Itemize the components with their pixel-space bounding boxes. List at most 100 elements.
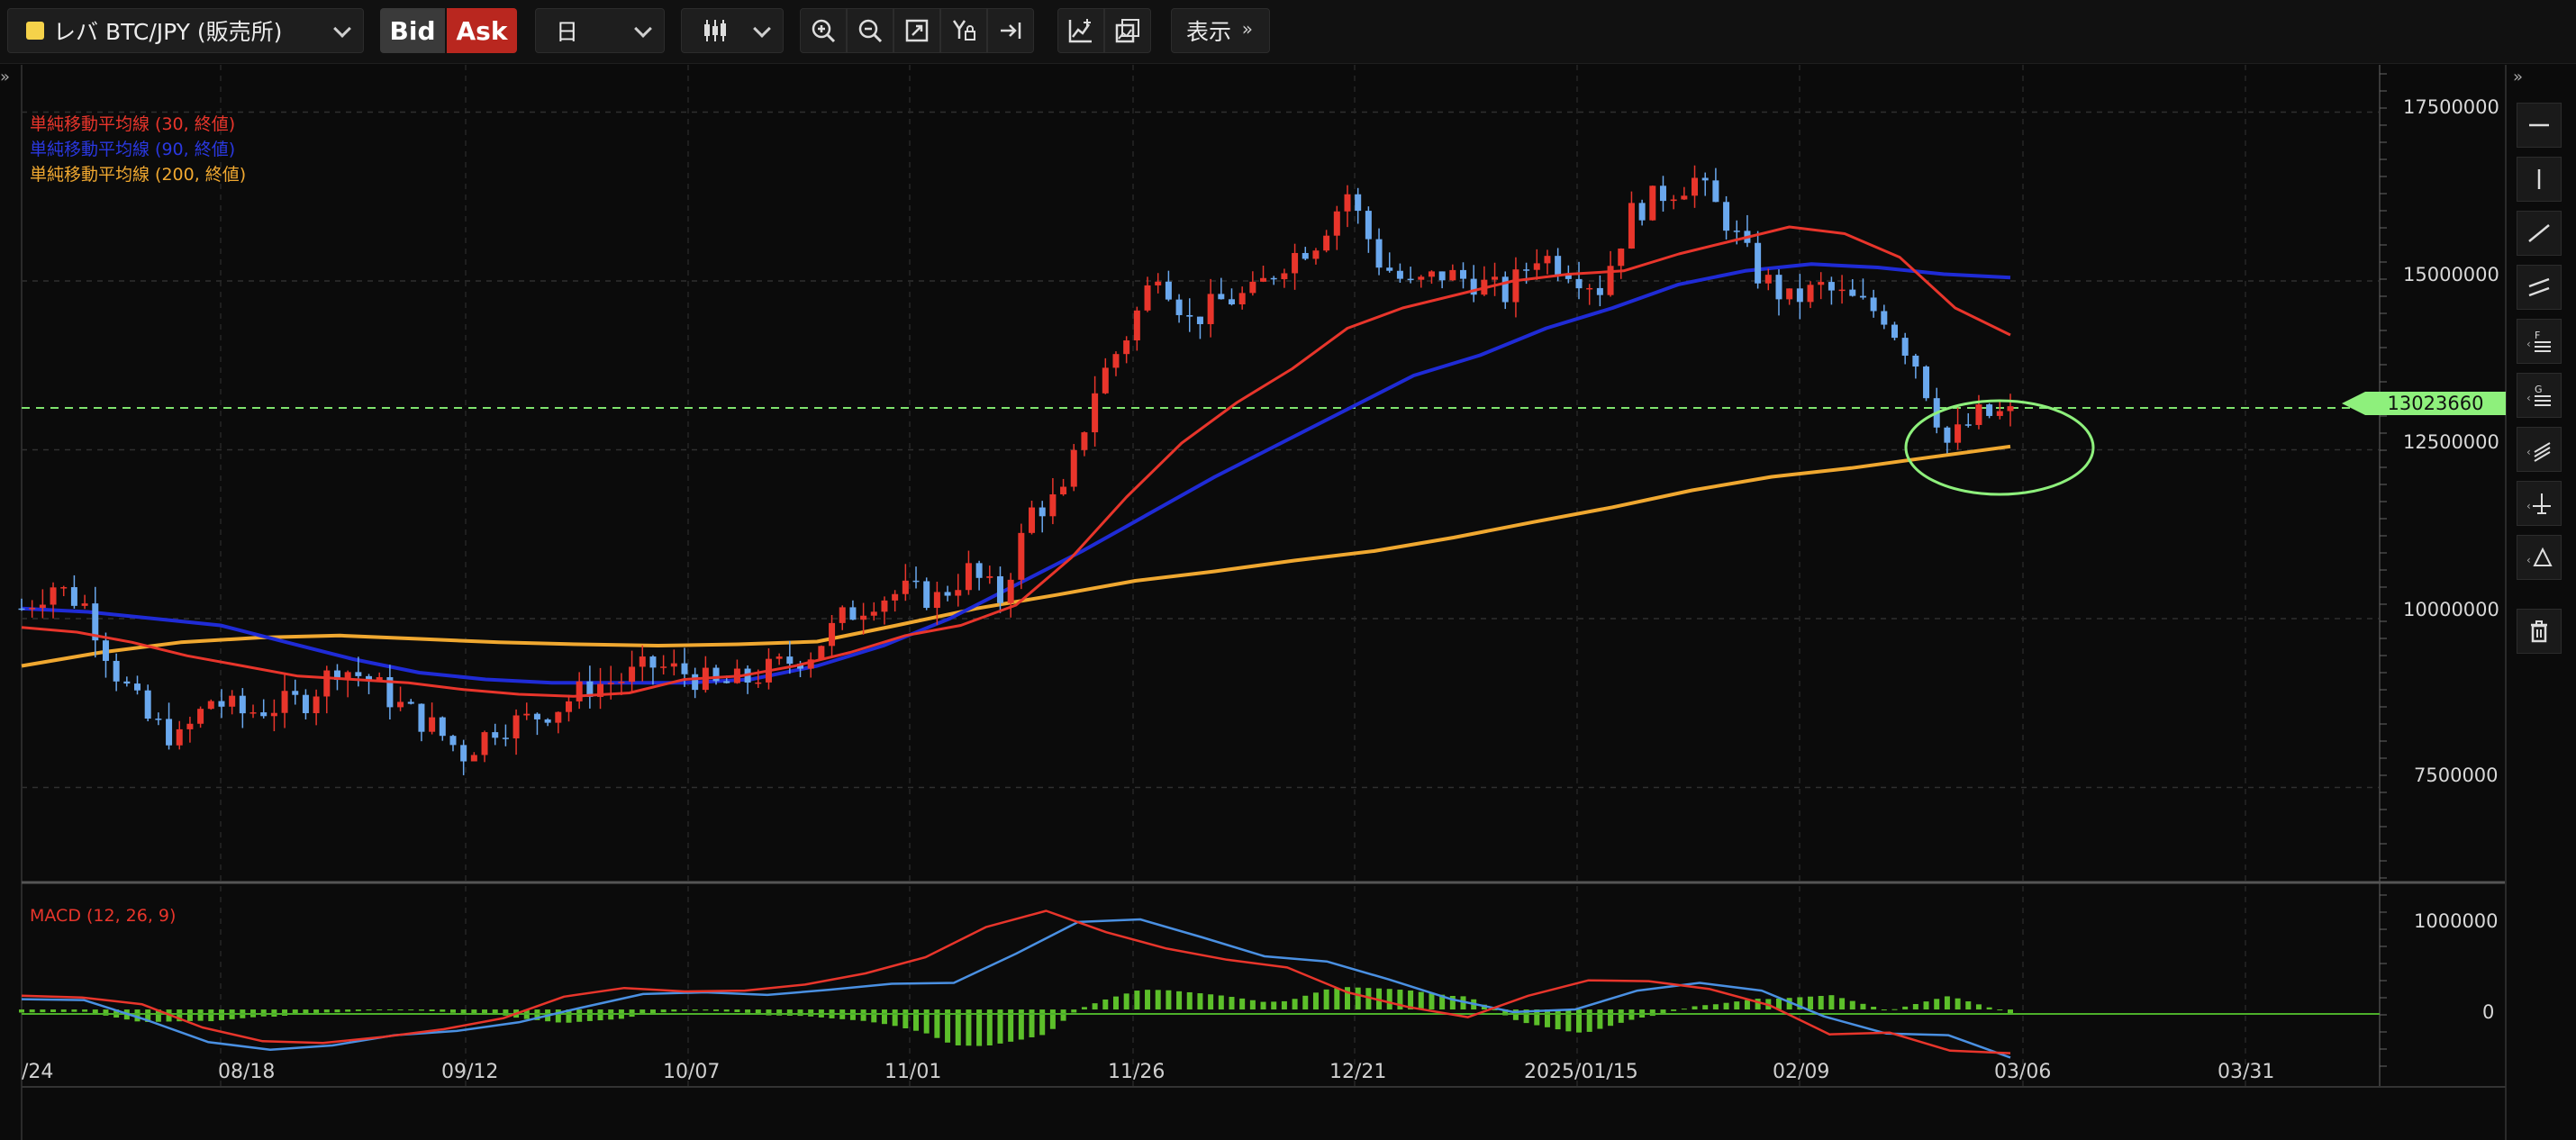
candle-body (1996, 411, 2003, 416)
macd-histogram-bar (429, 1009, 435, 1011)
candle-body (902, 580, 909, 594)
fit-chart-button[interactable] (893, 8, 940, 53)
fan-lines-tool[interactable]: ‹ (2517, 427, 2562, 472)
parallel-channel-tool[interactable] (2517, 265, 2562, 310)
symbol-label: レバ BTC/JPY (販売所) (53, 19, 283, 45)
candle-body (955, 590, 962, 596)
candle-body (1144, 285, 1151, 311)
candle-body (1544, 256, 1551, 264)
triangle-tool[interactable]: ‹ (2517, 535, 2562, 580)
macd-histogram-bar (1229, 997, 1235, 1010)
macd-histogram-bar (1134, 991, 1140, 1010)
horizontal-line-tool[interactable] (2517, 103, 2562, 148)
zoom-in-button[interactable] (800, 8, 847, 53)
candle-body (1270, 277, 1277, 280)
candle-body (407, 701, 414, 704)
expand-left-panel-icon[interactable]: » (0, 68, 20, 87)
trend-line-tool[interactable] (2517, 211, 2562, 256)
gann-tool[interactable]: G ‹ (2517, 373, 2562, 418)
macd-histogram-bar (1586, 1009, 1592, 1032)
candle-body (1081, 432, 1088, 450)
symbol-select[interactable]: レバ BTC/JPY (販売所) (7, 8, 364, 53)
price-chart[interactable] (0, 65, 2576, 1140)
macd-histogram-bar (1660, 1009, 1666, 1014)
candle-body (1891, 324, 1898, 339)
macd-histogram-bar (334, 1009, 340, 1013)
macd-line (21, 918, 2011, 1059)
svg-text:‹: ‹ (2526, 338, 2531, 350)
candle-body (134, 683, 141, 691)
macd-histogram-bar (1755, 999, 1761, 1010)
double-chevron-down-icon: » (1241, 18, 1253, 40)
candle-body (1986, 404, 1993, 416)
candle-body (1881, 311, 1888, 325)
candle-body (1123, 340, 1130, 355)
chart-type-select[interactable] (681, 8, 784, 53)
candle-body (649, 656, 657, 668)
gridlines (22, 65, 2380, 1087)
compare-chart-button[interactable] (1104, 8, 1151, 53)
collapse-right-panel-icon[interactable]: » (2513, 68, 2533, 87)
legend-sma90[interactable]: 単純移動平均線 (90, 終値) (30, 136, 235, 160)
macd-histogram-bar (1997, 1009, 2003, 1011)
legend-sma30[interactable]: 単純移動平均線 (30, 終値) (30, 111, 235, 135)
candle-body (1586, 287, 1593, 290)
candle-body (1944, 427, 1951, 443)
macd-histogram-bar (1218, 995, 1224, 1010)
candle-body (629, 666, 636, 683)
macd-histogram-bar (597, 1009, 603, 1021)
measure-tool[interactable]: ‹ (2517, 481, 2562, 526)
candle-body (1312, 250, 1320, 259)
candle-body (1165, 281, 1172, 300)
candle-body (1438, 271, 1446, 281)
candle-body (755, 682, 762, 684)
symbol-color-swatch (26, 22, 44, 40)
delete-drawings-button[interactable] (2517, 609, 2562, 654)
macd-histogram-bar (1712, 1004, 1719, 1010)
display-menu-button[interactable]: 表示 » (1171, 8, 1270, 53)
candle-body (270, 712, 277, 717)
candle-body (1923, 366, 1930, 399)
macd-axis-label: 0 (2482, 1001, 2495, 1023)
candle-body (39, 604, 46, 609)
scroll-to-latest-button[interactable] (987, 8, 1034, 53)
candle-body (113, 660, 120, 682)
candle-body (1638, 203, 1646, 221)
indicator-add-icon (1068, 19, 1092, 43)
legend-macd[interactable]: MACD (12, 26, 9) (30, 906, 176, 926)
vertical-line-tool[interactable] (2517, 157, 2562, 202)
bid-button[interactable]: Bid (380, 8, 445, 53)
ask-button[interactable]: Ask (447, 8, 517, 53)
macd-histogram-bar (197, 1009, 204, 1021)
zoom-out-button[interactable] (847, 8, 893, 53)
add-indicator-button[interactable] (1057, 8, 1104, 53)
macd-histogram-bar (1975, 1004, 1982, 1010)
candle-body (1901, 338, 1909, 356)
macd-histogram-bar (797, 1009, 803, 1017)
sma90-line (21, 262, 2011, 685)
candle-body (439, 717, 446, 737)
svg-text:G: G (2535, 384, 2543, 395)
candle-body (786, 656, 794, 665)
candle-body (1355, 194, 1362, 212)
macd-histogram-bar (1860, 1003, 1866, 1010)
candle-body (418, 703, 425, 732)
candle-body (975, 563, 983, 578)
macd-histogram-bar (1302, 995, 1309, 1010)
macd-histogram-bar (1208, 994, 1214, 1010)
candle-body (818, 646, 825, 660)
macd-histogram-bar (345, 1009, 351, 1012)
timeframe-select[interactable]: 日 (535, 8, 665, 53)
candle-body (1333, 211, 1340, 236)
macd-histogram-bar (1818, 995, 1824, 1010)
macd-histogram-bar (1871, 1006, 1877, 1010)
macd-histogram-bar (1145, 990, 1151, 1010)
macd-histogram-bar (1597, 1009, 1603, 1029)
legend-sma200[interactable]: 単純移動平均線 (200, 終値) (30, 161, 246, 185)
fibonacci-tool[interactable]: F ‹ (2517, 319, 2562, 364)
chart-area[interactable]: 単純移動平均線 (30, 終値) 単純移動平均線 (90, 終値) 単純移動平均… (0, 65, 2576, 1140)
candle-body (1575, 278, 1583, 289)
lock-y-axis-button[interactable] (940, 8, 987, 53)
candle-body (723, 681, 730, 683)
zoom-out-icon (858, 19, 883, 43)
